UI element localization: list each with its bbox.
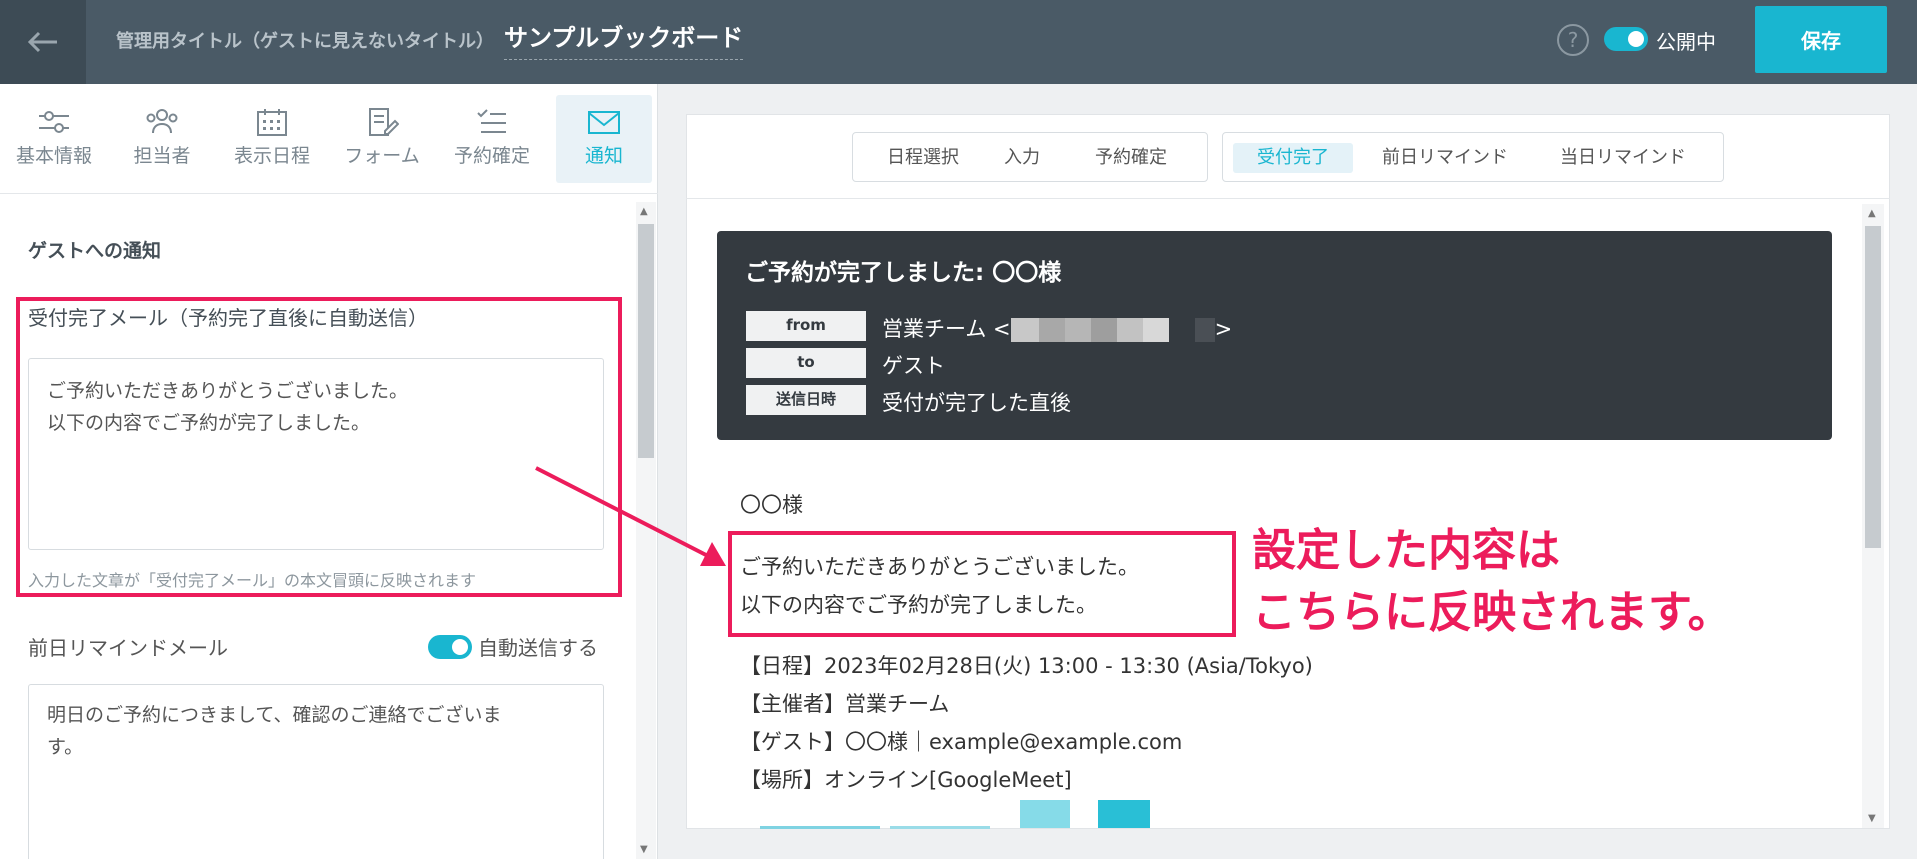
mail-greeting: 〇〇様 — [740, 493, 803, 517]
highlight-box-preview — [728, 531, 1236, 637]
section-title: ゲストへの通知 — [28, 240, 162, 262]
users-icon — [146, 109, 178, 134]
cut-off-content — [760, 826, 880, 829]
tab-confirm[interactable]: 予約確定 — [444, 95, 540, 183]
mail-header-card: ご予約が完了しました: 〇〇様 from 営業チーム < > to ゲスト 送信日… — [717, 231, 1832, 440]
divider — [686, 198, 1890, 199]
scroll-down-icon[interactable]: ▼ — [640, 844, 648, 855]
highlight-box-input — [16, 297, 622, 597]
tab-staff[interactable]: 担当者 — [114, 95, 210, 183]
arrow-left-icon — [27, 31, 57, 53]
preview-scrollbar[interactable]: ▲ ▼ — [1862, 204, 1884, 828]
cut-off-content — [1020, 800, 1070, 828]
envelope-icon — [588, 111, 620, 134]
seg-day-before-remind[interactable]: 前日リマインド — [1365, 143, 1525, 173]
tab-basic-info[interactable]: 基本情報 — [6, 95, 102, 183]
sliders-icon — [39, 111, 69, 133]
meta-value-text: 営業チーム < — [882, 317, 1011, 341]
remind-mail-label: 前日リマインドメール — [28, 636, 228, 660]
scroll-thumb[interactable] — [638, 224, 654, 458]
detail-host: 【主催者】営業チーム — [740, 692, 950, 716]
scroll-up-icon[interactable]: ▲ — [1868, 208, 1876, 219]
board-title-input[interactable]: サンプルブックボード — [504, 18, 744, 60]
tab-label: 基本情報 — [15, 145, 92, 167]
mail-preview-panel — [686, 114, 1890, 829]
meta-key: from — [746, 311, 866, 341]
tab-label: 担当者 — [133, 145, 191, 167]
settings-panel: 基本情報 担当者 表示日程 フォーム 予約確定 通知 ゲストへの通知 受付完了メ… — [0, 84, 658, 859]
question-circle-icon[interactable]: ? — [1557, 24, 1589, 56]
calendar-icon — [257, 109, 287, 136]
cut-off-content — [890, 826, 990, 829]
tab-label: 通知 — [584, 145, 623, 167]
seg-confirm[interactable]: 予約確定 — [1071, 143, 1191, 173]
settings-tabs: 基本情報 担当者 表示日程 フォーム 予約確定 通知 — [0, 84, 658, 194]
tab-label: 表示日程 — [233, 145, 310, 167]
seg-date-select[interactable]: 日程選択 — [873, 143, 973, 173]
remind-mail-textarea[interactable]: 明日のご予約につきまして、確認のご連絡でございま す。 — [28, 684, 604, 859]
cut-off-content — [1098, 800, 1150, 828]
textarea-line: 明日のご予約につきまして、確認のご連絡でございま — [47, 704, 502, 726]
form-edit-icon — [369, 108, 399, 136]
annotation-line: こちらに反映されます。 — [1252, 587, 1732, 638]
seg-accept-complete[interactable]: 受付完了 — [1233, 143, 1353, 173]
meta-value: 営業チーム < > — [882, 313, 1232, 343]
mail-type-segment: 受付完了 前日リマインド 当日リマインド — [1222, 132, 1724, 182]
step-segment: 日程選択 入力 予約確定 — [852, 132, 1208, 182]
annotation-line: 設定した内容は — [1252, 525, 1560, 576]
mail-subject: ご予約が完了しました: 〇〇様 — [745, 260, 1062, 286]
tab-label: 予約確定 — [453, 145, 530, 167]
left-scrollbar[interactable]: ▲ ▼ — [636, 202, 656, 859]
seg-same-day-remind[interactable]: 当日リマインド — [1543, 143, 1703, 173]
publish-label: 公開中 — [1656, 30, 1716, 54]
meta-value-close: > — [1214, 317, 1233, 341]
meta-key: to — [746, 348, 866, 378]
detail-guest: 【ゲスト】〇〇様｜example@example.com — [740, 730, 1183, 754]
detail-date: 【日程】2023年02月28日(火) 13:00 - 13:30 (Asia/T… — [740, 654, 1313, 678]
scroll-down-icon[interactable]: ▼ — [1868, 813, 1876, 824]
tab-schedule[interactable]: 表示日程 — [224, 95, 320, 183]
scroll-thumb[interactable] — [1865, 226, 1881, 548]
detail-place: 【場所】オンライン[GoogleMeet] — [740, 768, 1072, 792]
publish-toggle[interactable] — [1604, 27, 1648, 51]
tab-form[interactable]: フォーム — [334, 95, 430, 183]
save-button[interactable]: 保存 — [1755, 6, 1887, 73]
tab-notification[interactable]: 通知 — [556, 95, 652, 183]
scroll-up-icon[interactable]: ▲ — [640, 206, 648, 217]
meta-value: 受付が完了した直後 — [882, 391, 1071, 415]
back-button[interactable] — [0, 0, 86, 84]
checklist-icon — [477, 109, 506, 133]
seg-input[interactable]: 入力 — [987, 143, 1057, 173]
meta-key: 送信日時 — [746, 385, 866, 415]
annotation-text: 設定した内容は こちらに反映されます。 — [1252, 520, 1732, 644]
textarea-line: す。 — [47, 736, 84, 758]
auto-send-toggle[interactable] — [428, 635, 472, 659]
admin-title-label: 管理用タイトル（ゲストに見えないタイトル） — [116, 31, 494, 52]
tab-label: フォーム — [344, 145, 420, 167]
auto-send-label: 自動送信する — [478, 636, 598, 660]
meta-value: ゲスト — [882, 354, 945, 378]
top-bar: 管理用タイトル（ゲストに見えないタイトル） サンプルブックボード ? 公開中 保… — [0, 0, 1917, 84]
